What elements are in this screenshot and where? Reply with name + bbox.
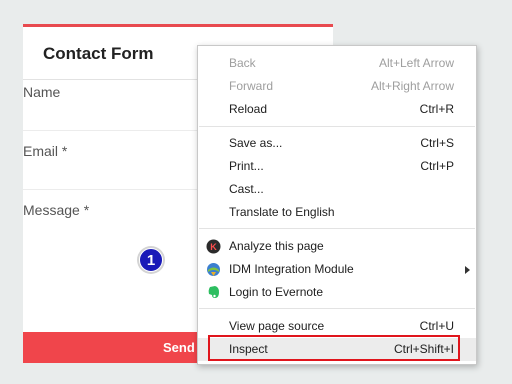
chevron-right-icon (465, 266, 470, 274)
step-number: 1 (139, 248, 163, 272)
name-label: Name (23, 84, 61, 100)
send-label: Send (163, 340, 195, 355)
idm-icon (206, 262, 221, 277)
menu-item-translate[interactable]: Translate to English (198, 201, 476, 224)
menu-item-shortcut: Alt+Left Arrow (378, 56, 454, 70)
form-title: Contact Form (43, 44, 154, 63)
menu-item-forward[interactable]: Forward Alt+Right Arrow (198, 75, 476, 98)
menu-item-label: Reload (229, 102, 268, 116)
menu-item-back[interactable]: Back Alt+Left Arrow (198, 52, 476, 75)
menu-item-analyze-page[interactable]: K Analyze this page (198, 235, 476, 258)
evernote-icon (206, 285, 221, 300)
menu-item-label: Analyze this page (229, 239, 324, 253)
menu-item-evernote[interactable]: Login to Evernote (198, 281, 476, 304)
k-extension-icon: K (206, 239, 221, 254)
menu-item-shortcut: Ctrl+R (419, 102, 454, 116)
menu-item-idm[interactable]: IDM Integration Module (198, 258, 476, 281)
context-menu: Back Alt+Left Arrow Forward Alt+Right Ar… (197, 45, 477, 365)
menu-item-label: View page source (229, 319, 325, 333)
menu-separator (199, 126, 475, 127)
menu-item-label: Cast... (229, 182, 264, 196)
menu-item-label: Login to Evernote (229, 285, 324, 299)
message-label: Message * (23, 202, 90, 218)
menu-item-label: IDM Integration Module (229, 262, 354, 276)
email-label: Email * (23, 143, 68, 159)
menu-item-shortcut: Ctrl+P (420, 159, 454, 173)
menu-separator (199, 228, 475, 229)
menu-item-cast[interactable]: Cast... (198, 178, 476, 201)
menu-item-label: Print... (229, 159, 264, 173)
menu-item-label: Back (229, 56, 256, 70)
step-number-badge: 1 (137, 246, 165, 274)
menu-item-shortcut: Ctrl+U (419, 319, 454, 333)
menu-separator (199, 308, 475, 309)
menu-item-reload[interactable]: Reload Ctrl+R (198, 98, 476, 121)
menu-item-save-as[interactable]: Save as... Ctrl+S (198, 132, 476, 155)
menu-item-print[interactable]: Print... Ctrl+P (198, 155, 476, 178)
menu-item-shortcut: Alt+Right Arrow (370, 79, 454, 93)
menu-item-label: Forward (229, 79, 274, 93)
menu-item-label: Save as... (229, 136, 283, 150)
menu-item-shortcut: Ctrl+S (420, 136, 454, 150)
inspect-highlight-box (208, 335, 460, 361)
menu-item-label: Translate to English (229, 205, 335, 219)
svg-text:K: K (210, 242, 217, 252)
